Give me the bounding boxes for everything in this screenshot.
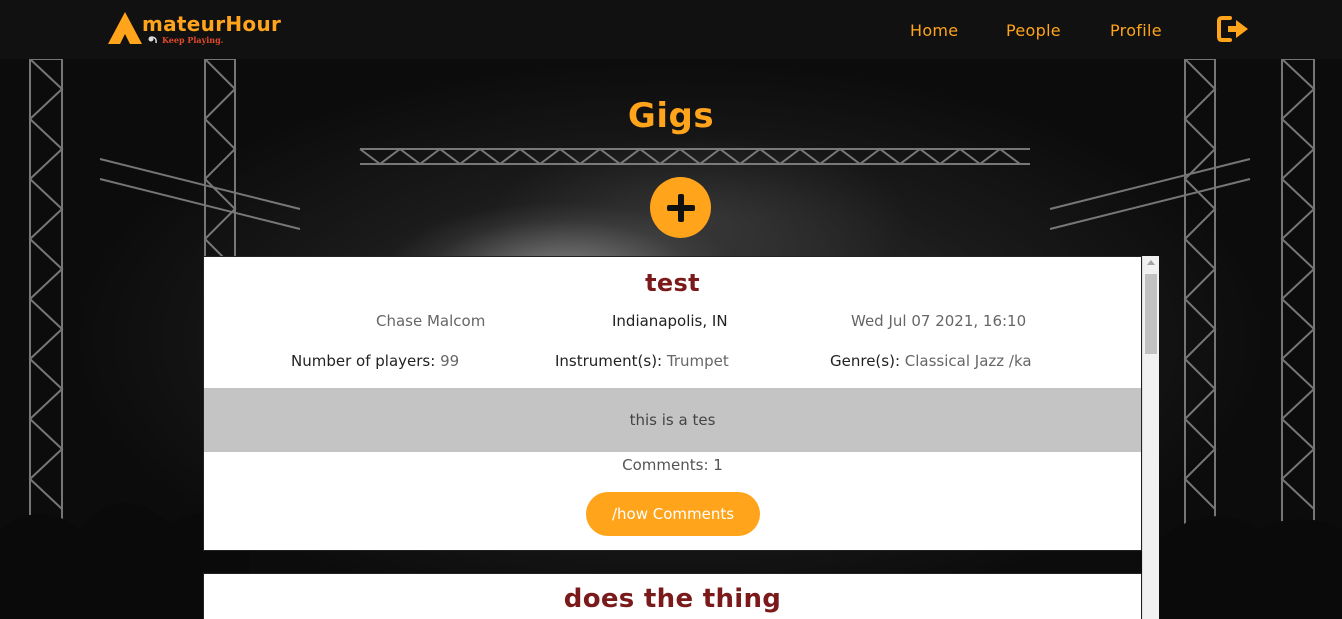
gig-description: this is a tes bbox=[204, 388, 1141, 452]
nav-profile-link[interactable]: Profile bbox=[1110, 21, 1162, 40]
gig-title: test bbox=[645, 269, 700, 297]
gig-location: Indianapolis, IN bbox=[612, 312, 728, 330]
gig-card: does the thing bbox=[203, 573, 1142, 619]
tent-logo-icon bbox=[108, 12, 142, 44]
gig-list-scrollbar[interactable] bbox=[1142, 256, 1159, 619]
instruments-value: Trumpet bbox=[666, 352, 729, 370]
comments-count: Comments: 1 bbox=[622, 456, 723, 474]
brand-tagline: Keep Playing. bbox=[162, 35, 224, 45]
nav-home-link[interactable]: Home bbox=[910, 21, 958, 40]
players-label: Number of players: bbox=[291, 352, 436, 370]
logout-button[interactable] bbox=[1216, 14, 1250, 44]
show-comments-button[interactable]: /how Comments bbox=[586, 492, 760, 536]
players-value: 99 bbox=[440, 352, 460, 370]
gig-title: does the thing bbox=[563, 584, 782, 614]
add-gig-button[interactable] bbox=[650, 177, 711, 238]
gig-date: Wed Jul 07 2021, 16:10 bbox=[851, 312, 1027, 330]
gig-author[interactable]: Chase Malcom bbox=[376, 312, 485, 330]
logout-icon bbox=[1217, 16, 1248, 42]
gig-card: test Chase Malcom Indianapolis, IN Wed J… bbox=[203, 256, 1142, 551]
gig-instruments: Instrument(s): Trumpet bbox=[555, 352, 729, 370]
nav-people-link[interactable]: People bbox=[1006, 21, 1061, 40]
brand-name: mateurHour bbox=[142, 12, 282, 36]
bass-clef-icon bbox=[148, 36, 157, 44]
top-navbar: mateurHour Keep Playing. Home People Pro… bbox=[0, 0, 1342, 59]
gig-genres: Genre(s): Classical Jazz /ka bbox=[830, 352, 1032, 370]
plus-icon bbox=[666, 193, 695, 222]
scroll-thumb[interactable] bbox=[1145, 274, 1157, 354]
brand-logo[interactable]: mateurHour Keep Playing. bbox=[106, 10, 306, 46]
genres-value: Classical Jazz /ka bbox=[904, 352, 1032, 370]
scroll-up-icon[interactable] bbox=[1147, 260, 1155, 265]
gig-players: Number of players: 99 bbox=[291, 352, 459, 370]
instruments-label: Instrument(s): bbox=[555, 352, 663, 370]
genres-label: Genre(s): bbox=[830, 352, 900, 370]
page-title: Gigs bbox=[627, 96, 715, 136]
